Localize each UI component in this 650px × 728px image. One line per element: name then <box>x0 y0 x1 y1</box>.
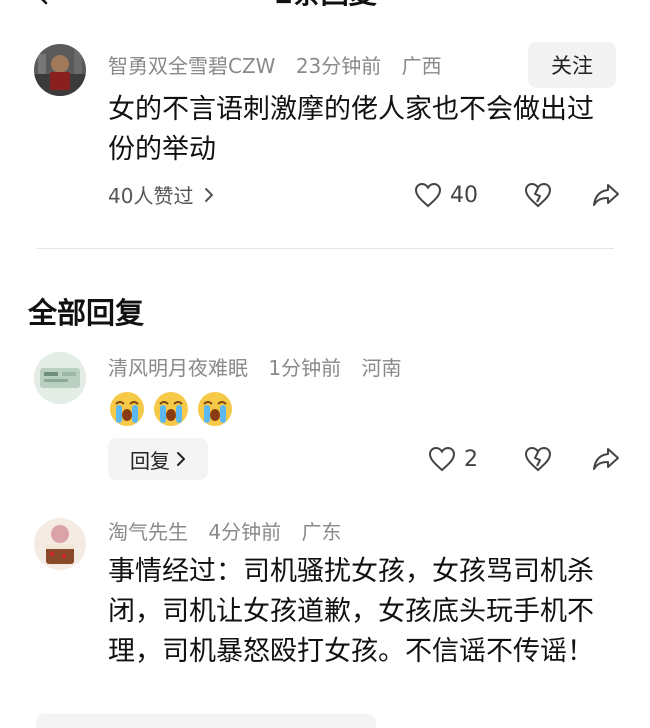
heart-icon <box>414 182 442 208</box>
chevron-right-icon <box>177 452 185 466</box>
timestamp: 23分钟前 <box>295 54 382 78</box>
crying-emoji-icon <box>110 392 144 426</box>
comment-page: 1条回复 智勇双全雪碧CZW 23分钟前 广西 关注 女的不言语刺激摩的佬人家也… <box>0 0 650 728</box>
likes-text: 40人赞过 <box>108 184 194 208</box>
like-count: 40 <box>450 182 478 208</box>
chevron-right-icon <box>205 187 214 202</box>
share-icon[interactable] <box>592 446 620 472</box>
comment-actions: 40 <box>414 182 620 208</box>
username[interactable]: 淘气先生 <box>108 520 188 544</box>
section-title: 全部回复 <box>28 296 145 330</box>
like-button[interactable]: 40 <box>414 182 478 208</box>
divider <box>36 248 614 249</box>
follow-button[interactable]: 关注 <box>528 42 616 88</box>
location: 广东 <box>301 520 342 544</box>
avatar[interactable] <box>34 44 86 96</box>
like-button[interactable]: 2 <box>428 446 478 472</box>
reply-actions: 2 <box>428 446 620 472</box>
reply-meta: 清风明月夜难眠 1分钟前 河南 <box>108 354 415 382</box>
timestamp: 1分钟前 <box>268 356 342 380</box>
heart-icon <box>428 446 456 472</box>
location: 河南 <box>361 356 402 380</box>
like-count: 2 <box>464 446 478 472</box>
reply-text: 事情经过：司机骚扰女孩，女孩骂司机杀闭，司机让女孩道歉，女孩底头玩手机不理，司机… <box>108 556 594 667</box>
avatar[interactable] <box>34 352 86 404</box>
dislike-icon[interactable] <box>524 182 552 208</box>
reply-meta: 淘气先生 4分钟前 广东 <box>108 518 355 546</box>
more-replies-bar[interactable] <box>36 714 376 728</box>
reply-button[interactable]: 回复 <box>108 438 208 480</box>
avatar[interactable] <box>34 518 86 570</box>
timestamp: 4分钟前 <box>208 520 282 544</box>
reply-label: 回复 <box>130 448 170 473</box>
location: 广西 <box>401 54 442 78</box>
likes-summary[interactable]: 40人赞过 <box>108 180 215 209</box>
comment-text: 女的不言语刺激摩的佬人家也不会做出过份的举动 <box>108 94 594 165</box>
crying-emoji-icon <box>198 392 232 426</box>
share-icon[interactable] <box>592 182 620 208</box>
comment-meta: 智勇双全雪碧CZW 23分钟前 广西 <box>108 52 456 80</box>
emoji-row <box>108 390 234 428</box>
username[interactable]: 清风明月夜难眠 <box>108 356 248 380</box>
crying-emoji-icon <box>154 392 188 426</box>
username[interactable]: 智勇双全雪碧CZW <box>108 54 275 78</box>
page-title: 1条回复 <box>0 0 650 10</box>
top-bar: 1条回复 <box>0 0 650 12</box>
dislike-icon[interactable] <box>524 446 552 472</box>
